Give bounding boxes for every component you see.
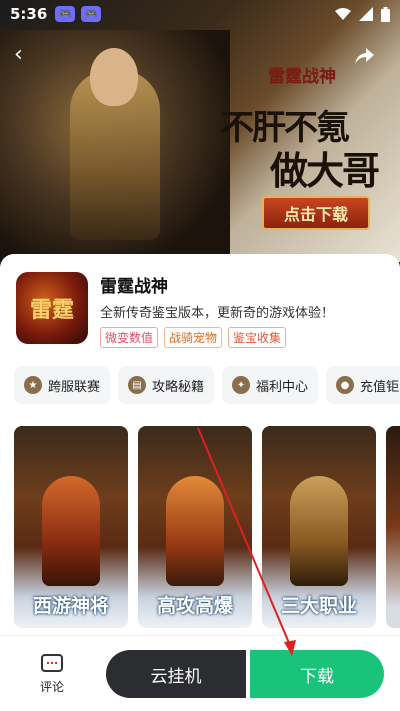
battery-icon <box>381 6 390 22</box>
wifi-icon <box>335 8 351 20</box>
share-icon <box>355 48 374 64</box>
tag: 微变数值 <box>100 327 159 348</box>
screenshot-carousel[interactable]: 西游神将 高攻高爆 三大职业 <box>14 426 400 631</box>
status-bar: 5:36 🎮 🎮 <box>0 0 400 28</box>
screenshot-caption: 高攻高爆 <box>156 595 233 617</box>
promo-banner[interactable]: 雷霆战神 不肝不氪 做大哥 点击下载 <box>0 0 400 262</box>
gift-icon: ✦ <box>232 376 251 394</box>
quick-link-welfare-center[interactable]: ✦ 福利中心 <box>222 366 319 404</box>
comment-label: 评论 <box>39 680 64 694</box>
cloud-hosting-button[interactable]: 云挂机 <box>106 650 246 698</box>
quick-link-label: 攻略秘籍 <box>152 379 205 395</box>
screenshot-4-partial[interactable] <box>386 426 400 628</box>
bottom-action-bar: 评论 云挂机 下载 <box>0 635 400 711</box>
tag: 鉴宝收集 <box>228 327 287 348</box>
status-right-icons <box>335 6 390 22</box>
screenshot-3[interactable]: 三大职业 <box>262 426 376 628</box>
screenshot-2[interactable]: 高攻高爆 <box>138 426 252 628</box>
quick-link-recharge-deals[interactable]: ● 充值钜惠 <box>326 366 400 404</box>
hero-head <box>90 48 138 106</box>
book-icon: ▤ <box>128 376 147 394</box>
quick-link-label: 充值钜惠 <box>360 379 400 395</box>
banner-download-button[interactable]: 点击下载 <box>262 196 370 230</box>
game-description: 全新传奇鉴宝版本，更新奇的游戏体验！ <box>100 306 335 321</box>
banner-hero-artwork <box>0 30 230 262</box>
banner-slogan-line2: 做大哥 <box>270 148 380 193</box>
screenshot-caption: 三大职业 <box>280 595 357 617</box>
screenshot-1[interactable]: 西游神将 <box>14 426 128 628</box>
trophy-icon: ★ <box>24 376 42 394</box>
screenshot-character <box>290 476 348 586</box>
comment-icon <box>41 654 63 672</box>
share-button[interactable] <box>350 42 378 70</box>
banner-game-logo: 雷霆战神 <box>268 67 336 87</box>
quick-link-label: 福利中心 <box>256 379 309 395</box>
game-title: 雷霆战神 <box>100 277 168 297</box>
arrow-left-icon: ‹ <box>14 42 23 67</box>
screenshot-character <box>166 476 224 586</box>
game-controller-icon: 🎮 <box>81 6 102 22</box>
tag: 战骑宠物 <box>164 327 223 348</box>
game-app-icon: 雷霆 <box>16 272 88 344</box>
status-time: 5:36 <box>10 5 48 23</box>
game-controller-icon: 🎮 <box>55 6 76 22</box>
screenshot-caption: 西游神将 <box>32 595 109 617</box>
comment-button[interactable]: 评论 <box>28 654 76 702</box>
quick-links-row: ★ 跨服联赛 ▤ 攻略秘籍 ✦ 福利中心 ● 充值钜惠 ⌄ <box>14 366 400 404</box>
quick-link-strategy-guide[interactable]: ▤ 攻略秘籍 <box>118 366 215 404</box>
quick-link-cross-server-league[interactable]: ★ 跨服联赛 <box>14 366 111 404</box>
game-tags: 微变数值 战骑宠物 鉴宝收集 <box>100 327 287 348</box>
screenshot-character <box>42 476 100 586</box>
quick-link-label: 跨服联赛 <box>48 379 101 395</box>
signal-icon <box>359 7 373 21</box>
download-button[interactable]: 下载 <box>250 650 384 698</box>
coin-icon: ● <box>336 376 355 394</box>
back-button[interactable]: ‹ <box>14 42 23 67</box>
